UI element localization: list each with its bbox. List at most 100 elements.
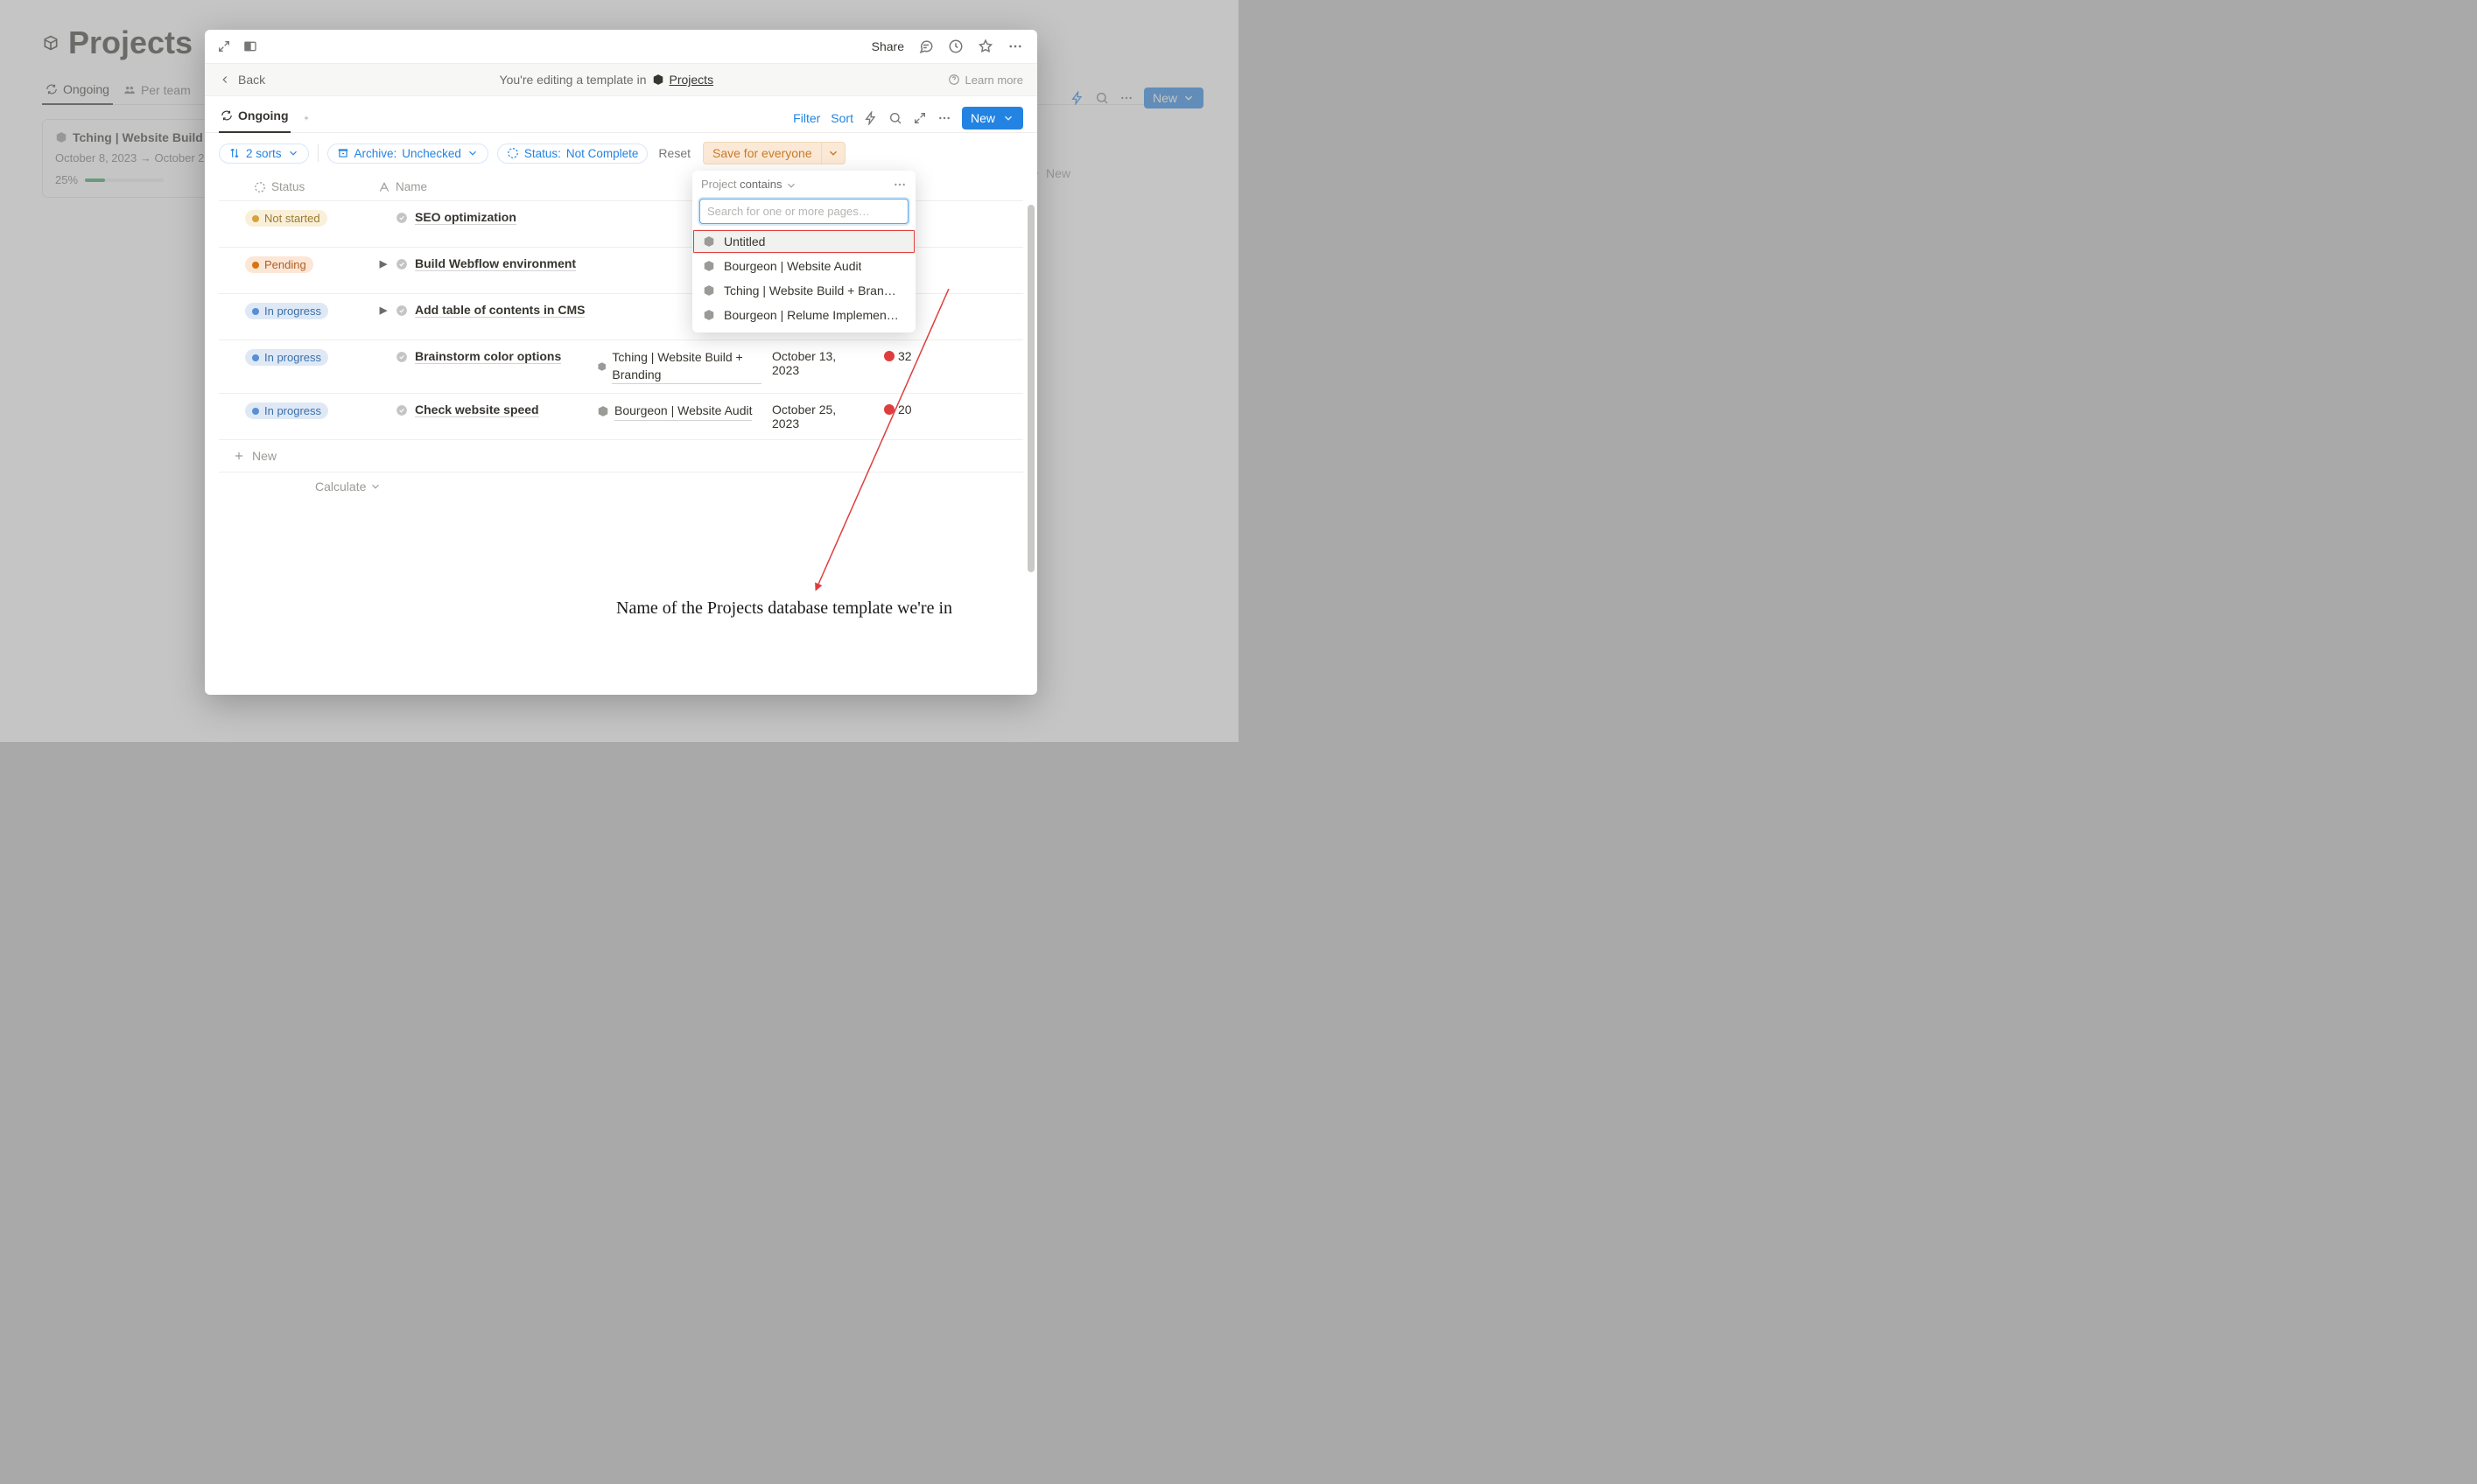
cell-name[interactable]: ▶Add table of contents in CMS xyxy=(373,294,592,326)
cell-name[interactable]: Check website speed xyxy=(373,394,592,426)
dd-item[interactable]: Bourgeon | Relume Implemen… xyxy=(692,303,916,327)
dd-item[interactable]: Bourgeon | Website Audit xyxy=(692,254,916,278)
dd-title-b[interactable]: contains xyxy=(740,178,782,191)
chevron-down-icon xyxy=(369,480,382,493)
back-button[interactable]: Back xyxy=(219,73,265,87)
cell-name[interactable]: ▶ Build Webflow environment xyxy=(373,248,592,280)
cell-project[interactable]: Tching | Website Build + Branding xyxy=(592,340,767,393)
save-for-everyone-button[interactable]: Save for everyone xyxy=(703,142,822,164)
status-pill: In progress xyxy=(245,402,328,419)
project-name: Bourgeon | Website Audit xyxy=(614,402,752,421)
new-button[interactable]: New xyxy=(962,107,1023,130)
new-row-label: New xyxy=(252,449,277,463)
sort-chip[interactable]: 2 sorts xyxy=(219,144,309,164)
dd-item-untitled[interactable]: Untitled xyxy=(692,229,916,254)
cell-status[interactable]: Pending xyxy=(219,248,373,282)
save-chevron[interactable] xyxy=(822,142,846,164)
clock-icon[interactable] xyxy=(948,38,964,54)
dd-search-input[interactable] xyxy=(707,205,901,218)
dd-item-label: Untitled xyxy=(724,234,765,248)
dd-item-label: Tching | Website Build + Bran… xyxy=(724,284,896,298)
expand-icon[interactable] xyxy=(913,111,927,125)
filter-button[interactable]: Filter xyxy=(793,111,820,125)
bolt-icon[interactable] xyxy=(864,111,878,125)
banner-text: You're editing a template in xyxy=(500,73,647,87)
share-button[interactable]: Share xyxy=(872,39,904,53)
status-pill: In progress xyxy=(245,303,328,319)
status-chip[interactable]: Status: Not Complete xyxy=(497,144,649,164)
dd-item[interactable]: Tching | Website Build + Bran… xyxy=(692,278,916,303)
cell-badge: 20 xyxy=(879,394,935,425)
archive-label: Archive: xyxy=(354,147,397,160)
peek-mode-icon[interactable] xyxy=(243,39,257,53)
task-name: Check website speed xyxy=(415,402,539,417)
cell-name[interactable]: Brainstorm color options xyxy=(373,340,592,373)
task-name: SEO optimization xyxy=(415,210,516,225)
search-icon[interactable] xyxy=(888,111,902,125)
status-icon xyxy=(507,147,519,159)
banner-link[interactable]: Projects xyxy=(670,73,714,87)
cell-project[interactable]: Bourgeon | Website Audit xyxy=(592,394,767,430)
learn-more-link[interactable]: Learn more xyxy=(948,74,1023,87)
cell-deadline[interactable]: October 13,2023 xyxy=(767,340,879,386)
expand-diagonal-icon[interactable] xyxy=(217,39,231,53)
dd-search-box[interactable] xyxy=(699,199,909,224)
chevron-down-icon xyxy=(785,179,797,192)
archive-value: Unchecked xyxy=(402,147,461,160)
badge-value: 20 xyxy=(898,402,912,416)
calculate-button[interactable]: Calculate xyxy=(219,472,1023,500)
table-row[interactable]: In progress Brainstorm color optionsTchin… xyxy=(219,340,1023,394)
new-row-button[interactable]: New xyxy=(219,440,1023,472)
calculate-label: Calculate xyxy=(315,480,366,494)
col-status-label: Status xyxy=(271,180,305,193)
chevron-down-icon xyxy=(287,147,299,159)
status-pill: In progress xyxy=(245,349,328,366)
comment-icon[interactable] xyxy=(918,38,934,54)
checkmark-circle-icon[interactable] xyxy=(396,258,408,270)
more-icon[interactable] xyxy=(937,111,951,125)
task-name: Build Webflow environment xyxy=(415,256,576,271)
status-pill: Not started xyxy=(245,210,327,227)
view-tab-ongoing[interactable]: Ongoing xyxy=(219,103,291,133)
expander-icon[interactable]: ▶ xyxy=(378,304,389,316)
checkmark-circle-icon[interactable] xyxy=(396,304,408,317)
checkmark-circle-icon[interactable] xyxy=(396,351,408,363)
divider xyxy=(318,144,319,162)
new-button-label: New xyxy=(971,111,995,125)
more-icon[interactable] xyxy=(893,178,907,192)
star-icon[interactable] xyxy=(978,38,993,54)
expander-icon[interactable]: ▶ xyxy=(378,258,389,270)
box-icon xyxy=(597,405,609,417)
sync-icon xyxy=(221,109,233,122)
text-icon xyxy=(378,181,390,193)
sort-icon xyxy=(228,147,241,159)
arrow-left-icon xyxy=(219,74,231,86)
cell-status[interactable]: Not started xyxy=(219,201,373,235)
annotation-caption: Name of the Projects database template w… xyxy=(616,598,952,619)
reset-button[interactable]: Reset xyxy=(658,146,691,160)
checkmark-circle-icon[interactable] xyxy=(396,212,408,224)
filter-row: 2 sorts Archive: Unchecked Status: Not C… xyxy=(205,133,1037,173)
dd-item-label: Bourgeon | Website Audit xyxy=(724,259,861,273)
cell-deadline[interactable]: October 25,2023 xyxy=(767,394,879,439)
col-status[interactable]: Status xyxy=(219,173,373,200)
cell-status[interactable]: In progress xyxy=(219,340,373,374)
chevron-down-icon xyxy=(827,147,839,159)
status-label: Status: xyxy=(524,147,561,160)
project-filter-dropdown: Project contains Untitled Bourgeon | Web… xyxy=(692,171,916,332)
col-name-label: Name xyxy=(396,180,427,193)
cell-badge: 32 xyxy=(879,340,935,372)
add-view-button[interactable] xyxy=(299,111,313,125)
table-row[interactable]: In progress Check website speed Bourgeon |… xyxy=(219,394,1023,440)
chevron-down-icon xyxy=(467,147,479,159)
cell-name[interactable]: SEO optimization xyxy=(373,201,592,234)
scrollbar-thumb[interactable] xyxy=(1028,205,1035,572)
view-tabs-row: Ongoing Filter Sort New xyxy=(205,96,1037,133)
cell-status[interactable]: In progress xyxy=(219,394,373,428)
sort-button[interactable]: Sort xyxy=(831,111,853,125)
more-icon[interactable] xyxy=(1007,38,1023,54)
archive-chip[interactable]: Archive: Unchecked xyxy=(327,144,488,164)
col-name[interactable]: Name xyxy=(373,173,592,200)
checkmark-circle-icon[interactable] xyxy=(396,404,408,416)
cell-status[interactable]: In progress xyxy=(219,294,373,328)
